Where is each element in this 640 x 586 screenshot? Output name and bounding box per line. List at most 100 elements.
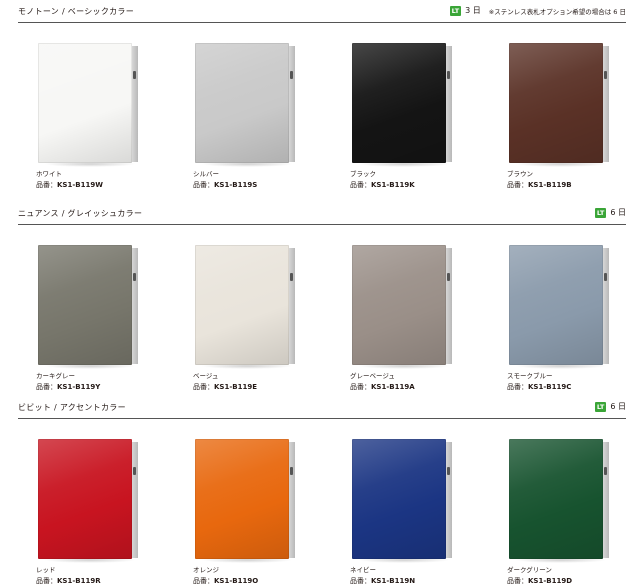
mailbox-image — [36, 43, 146, 171]
color-name: スモークブルー — [507, 372, 553, 380]
section-divider — [18, 418, 626, 419]
product-code-value: KS1-B119B — [528, 181, 572, 189]
lead-time-days: 3 日 — [465, 6, 481, 15]
lt-badge: LT — [594, 207, 607, 218]
color-name: ダークグリーン — [507, 566, 552, 574]
mailbox-front-panel — [509, 439, 603, 559]
section-header: ビビット / アクセントカラー LT 6 日 — [18, 399, 626, 419]
color-name: ネイビー — [350, 566, 376, 574]
product-code-label: 品番： — [36, 383, 57, 391]
mailbox-latch — [290, 467, 293, 475]
mailbox-front-panel — [195, 439, 289, 559]
mailbox-latch — [290, 71, 293, 79]
product-code: 品番：KS1-B119R — [36, 576, 101, 586]
product-code-label: 品番： — [193, 181, 214, 189]
product-code-label: 品番： — [507, 383, 528, 391]
mailbox-image — [36, 245, 146, 373]
product-code-label: 品番： — [350, 577, 371, 585]
mailbox-side — [132, 442, 138, 558]
mailbox-latch — [604, 467, 607, 475]
mailbox-side — [603, 248, 609, 364]
mailbox-image — [36, 439, 146, 567]
product-code-label: 品番： — [193, 383, 214, 391]
section-title: モノトーン / ベーシックカラー — [18, 7, 135, 16]
mailbox-side — [603, 442, 609, 558]
mailbox-image — [507, 43, 617, 171]
product-code-value: KS1-B119S — [214, 181, 258, 189]
mailbox-side — [289, 46, 295, 162]
color-name: グレーベージュ — [350, 372, 395, 380]
mailbox-latch — [604, 71, 607, 79]
mailbox-side — [446, 442, 452, 558]
mailbox-side — [446, 46, 452, 162]
mailbox-front-panel — [352, 245, 446, 365]
product-code: 品番：KS1-B119A — [350, 382, 415, 392]
section-divider — [18, 224, 626, 225]
product-code-label: 品番： — [193, 577, 214, 585]
color-name: ブラウン — [507, 170, 533, 178]
color-name: ブラック — [350, 170, 376, 178]
product-code: 品番：KS1-B119E — [193, 382, 257, 392]
lead-time-days: 6 日 — [610, 208, 626, 217]
product-code: 品番：KS1-B119B — [507, 180, 572, 190]
mailbox-image — [350, 439, 460, 567]
mailbox-latch — [447, 273, 450, 281]
product-code-value: KS1-B119E — [214, 383, 257, 391]
color-name: カーキグレー — [36, 372, 75, 380]
mailbox-front-panel — [38, 245, 132, 365]
mailbox-image — [193, 439, 303, 567]
mailbox-side — [603, 46, 609, 162]
mailbox-front-panel — [195, 245, 289, 365]
product-code: 品番：KS1-B119O — [193, 576, 258, 586]
product-code: 品番：KS1-B119Y — [36, 382, 100, 392]
lt-badge: LT — [594, 401, 607, 412]
mailbox-front-panel — [352, 439, 446, 559]
mailbox-image — [507, 439, 617, 567]
product-code: 品番：KS1-B119N — [350, 576, 415, 586]
mailbox-front-panel — [38, 43, 132, 163]
mailbox-side — [289, 442, 295, 558]
product-code-value: KS1-B119R — [57, 577, 101, 585]
mailbox-side — [289, 248, 295, 364]
product-code-label: 品番： — [36, 577, 57, 585]
lead-time: LT 6 日 — [594, 401, 626, 412]
mailbox-latch — [133, 273, 136, 281]
product-code-value: KS1-B119N — [371, 577, 416, 585]
product-code: 品番：KS1-B119D — [507, 576, 572, 586]
lt-badge: LT — [449, 5, 462, 16]
lead-time: LT 3 日 ※ステンレス表札オプション希望の場合は 6 日 — [449, 5, 626, 16]
mailbox-latch — [290, 273, 293, 281]
mailbox-latch — [133, 71, 136, 79]
mailbox-image — [507, 245, 617, 373]
product-code-label: 品番： — [350, 181, 371, 189]
product-code-value: KS1-B119O — [214, 577, 259, 585]
mailbox-latch — [133, 467, 136, 475]
product-code-value: KS1-B119C — [528, 383, 572, 391]
mailbox-image — [350, 245, 460, 373]
section-header: ニュアンス / グレイッシュカラー LT 6 日 — [18, 205, 626, 225]
product-code-label: 品番： — [507, 181, 528, 189]
mailbox-front-panel — [195, 43, 289, 163]
product-code-value: KS1-B119W — [57, 181, 103, 189]
color-name: シルバー — [193, 170, 219, 178]
color-name: オレンジ — [193, 566, 219, 574]
product-code-value: KS1-B119Y — [57, 383, 101, 391]
product-code: 品番：KS1-B119K — [350, 180, 415, 190]
mailbox-latch — [447, 467, 450, 475]
lead-time-note: ※ステンレス表札オプション希望の場合は 6 日 — [488, 7, 626, 16]
mailbox-side — [132, 248, 138, 364]
product-code: 品番：KS1-B119W — [36, 180, 103, 190]
lead-time-days: 6 日 — [610, 402, 626, 411]
product-code-label: 品番： — [350, 383, 371, 391]
section-title: ビビット / アクセントカラー — [18, 403, 126, 412]
section-divider — [18, 22, 626, 23]
section-title: ニュアンス / グレイッシュカラー — [18, 209, 143, 218]
product-code-value: KS1-B119K — [371, 181, 415, 189]
mailbox-latch — [604, 273, 607, 281]
lead-time: LT 6 日 — [594, 207, 626, 218]
color-name: レッド — [36, 566, 56, 574]
mailbox-image — [193, 245, 303, 373]
mailbox-latch — [447, 71, 450, 79]
mailbox-front-panel — [352, 43, 446, 163]
color-name: ホワイト — [36, 170, 62, 178]
